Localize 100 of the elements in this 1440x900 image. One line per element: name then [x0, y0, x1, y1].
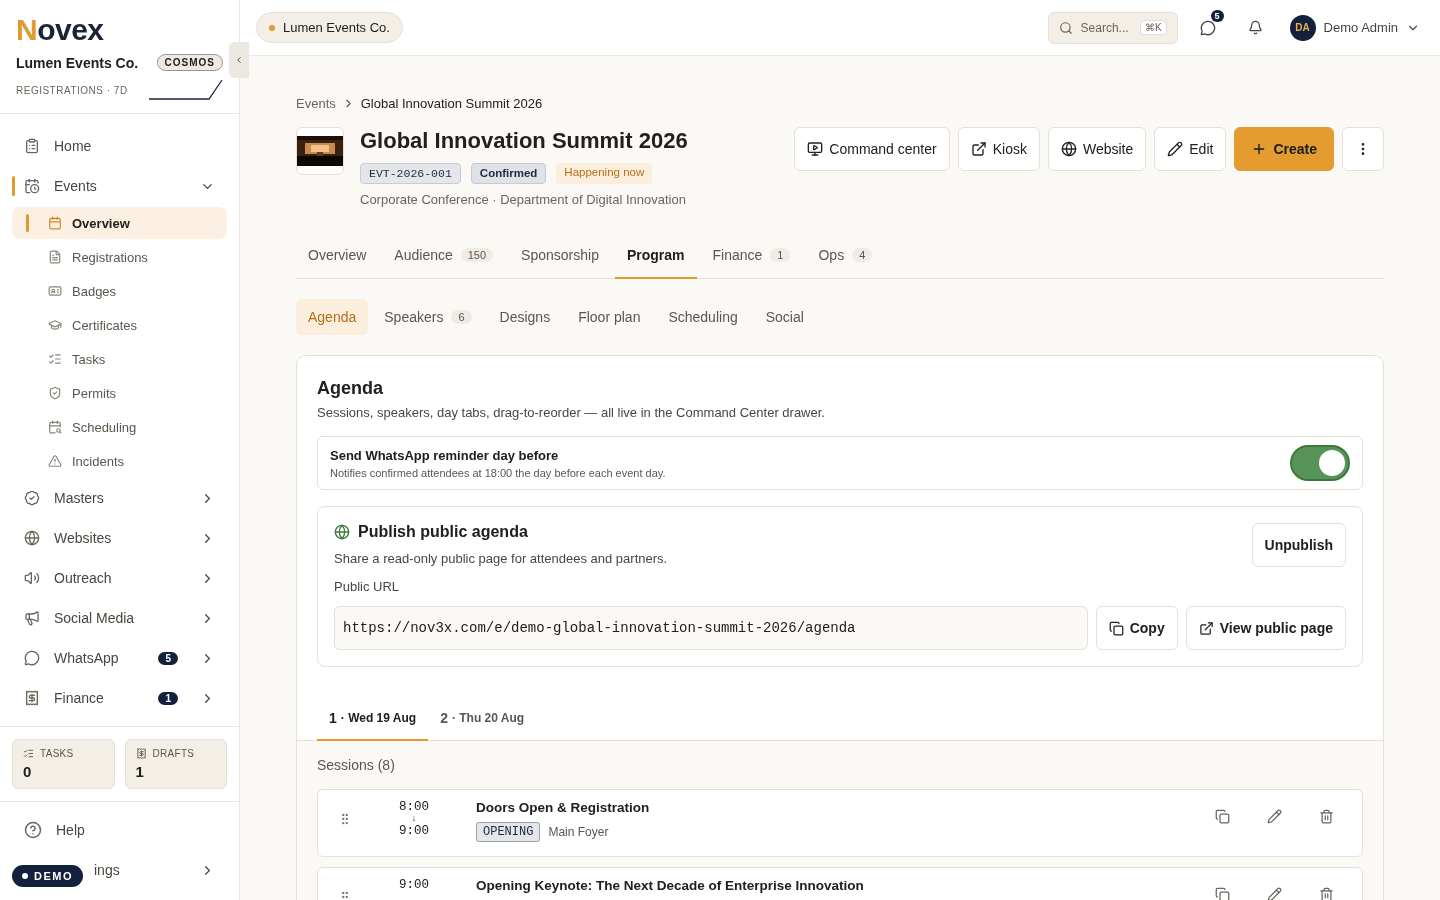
nav-item[interactable]: Websites: [12, 518, 227, 558]
monitor-icon: [807, 141, 824, 157]
avatar: DA: [1289, 14, 1316, 41]
url-field[interactable]: https://nov3x.com/e/demo-global-innovation-summit-2026/agenda: [334, 606, 1088, 650]
nav-item[interactable]: Outreach: [12, 558, 227, 598]
subtab[interactable]: Scheduling: [656, 299, 750, 335]
publish-title: Publish public agenda: [358, 523, 528, 541]
action-button[interactable]: Edit: [1154, 127, 1227, 171]
nav-subitem[interactable]: Certificates: [12, 309, 227, 341]
tab[interactable]: Overview: [296, 233, 379, 279]
document-icon: [48, 250, 62, 264]
setting-title: Send WhatsApp reminder day before: [330, 447, 560, 463]
session-room: Main Foyer: [548, 825, 609, 839]
receipt-icon: [24, 690, 40, 706]
tab[interactable]: Sponsorship: [509, 233, 611, 279]
medal-icon: [24, 490, 40, 506]
nav-link[interactable]: ings: [94, 862, 186, 878]
subtab[interactable]: Designs: [487, 299, 563, 335]
help-icon: [24, 821, 42, 839]
org-switcher[interactable]: Lumen Events Co.: [256, 12, 403, 43]
nav-item[interactable]: Help: [12, 810, 227, 850]
action-button[interactable]: Kiosk: [957, 127, 1040, 171]
subtab[interactable]: Speakers 6: [372, 299, 484, 335]
nav-subitem[interactable]: Scheduling: [12, 411, 227, 443]
status-badge: Confirmed: [470, 163, 547, 184]
copy-button[interactable]: Copy: [1095, 606, 1178, 650]
live-badge: Happening now: [556, 163, 653, 184]
sessions-count: Sessions (8): [317, 757, 396, 773]
tab[interactable]: Finance 1: [700, 233, 803, 279]
tab[interactable]: Program: [614, 233, 697, 279]
unpublish-button[interactable]: Unpublish: [1251, 523, 1346, 567]
setting-description: Notifies confirmed attendees at 18:00 the day before each event day.: [330, 466, 667, 479]
external-link-icon: [1198, 620, 1214, 636]
pencil-icon: [1266, 808, 1282, 824]
id-card-icon: [48, 284, 62, 298]
publish-description: Share a read-only public page for attendees and partners.: [334, 551, 669, 566]
view-page-button[interactable]: View public page: [1185, 606, 1346, 650]
event-code: EVT-2026-001: [360, 163, 461, 184]
count-badge: 5: [158, 651, 178, 665]
globe-icon: [24, 530, 40, 546]
demo-badge: DEMO: [12, 865, 83, 887]
copy-icon: [1108, 620, 1124, 636]
calendar-icon: [48, 216, 62, 230]
nav-subitem[interactable]: Registrations: [12, 241, 227, 273]
nav-item[interactable]: Social Media: [12, 598, 227, 638]
org-name: Lumen Events Co.: [16, 54, 139, 71]
calendar-icon: [24, 178, 40, 194]
tab[interactable]: Ops 4: [806, 233, 885, 279]
event-subtitle: Corporate Conference · Department of Digital Innovation: [360, 192, 687, 207]
graduation-cap-icon: [48, 318, 62, 332]
metric-label: REGISTRATIONS · 7D: [16, 84, 128, 96]
user-menu[interactable]: DA Demo Admin: [1285, 14, 1424, 41]
nav-subitem[interactable]: Overview: [12, 207, 227, 239]
nav-item[interactable]: Home: [12, 126, 227, 166]
nav-subitem[interactable]: Badges: [12, 275, 227, 307]
action-button[interactable]: Command center: [794, 127, 950, 171]
chat-icon: [24, 650, 40, 666]
stat-card: DRAFTS 1: [124, 739, 227, 789]
breadcrumb-current: Global Innovation Summit 2026: [360, 96, 543, 111]
trash-icon: [1318, 808, 1334, 824]
subtab[interactable]: Agenda: [296, 299, 369, 335]
tab[interactable]: Audience 150: [382, 233, 506, 279]
bell-icon: [1248, 20, 1264, 35]
logo: Novex: [16, 14, 105, 46]
card-description: Sessions, speakers, day tabs, drag-to-reorder — all live in the Command Center drawer.: [317, 405, 826, 420]
checklist-icon: [48, 352, 62, 366]
plan-badge: COSMOS: [156, 54, 223, 71]
session-time: 9:00: [398, 878, 430, 893]
count-badge: 5: [1210, 9, 1224, 22]
nav-subitem[interactable]: Tasks: [12, 343, 227, 375]
nav-item[interactable]: Events: [12, 166, 227, 206]
megaphone-icon: [24, 610, 40, 626]
speaker-icon: [24, 570, 40, 586]
session-title: Doors Open & Registration: [476, 800, 651, 816]
chat-icon: [1199, 19, 1216, 36]
day-tab[interactable]: 2 · Thu 20 Aug: [428, 697, 537, 741]
session-time: 8:00 ↓ 9:00: [398, 800, 430, 839]
nav-item[interactable]: WhatsApp 5: [12, 638, 227, 678]
messages-button[interactable]: 5: [1189, 11, 1226, 44]
copy-icon: [1214, 808, 1230, 824]
nav-item[interactable]: Finance 1: [12, 678, 227, 718]
nav-subitem[interactable]: Permits: [12, 377, 227, 409]
warning-icon: [48, 454, 62, 468]
action-button[interactable]: Create: [1234, 127, 1334, 171]
calendar-clock-icon: [48, 420, 62, 434]
subtab[interactable]: Floor plan: [566, 299, 653, 335]
pencil-icon: [1167, 141, 1184, 157]
nav-subitem[interactable]: Incidents: [12, 445, 227, 477]
receipt-icon: [135, 748, 147, 759]
search-field[interactable]: Search... ⌘K: [1047, 11, 1178, 44]
subtab[interactable]: Social: [753, 299, 816, 335]
count-badge: 1: [158, 691, 178, 705]
globe-icon: [334, 524, 350, 540]
breadcrumb-link[interactable]: Events: [296, 96, 336, 111]
nav-item[interactable]: Masters: [12, 478, 227, 518]
field-label: Public URL: [334, 579, 401, 594]
action-button[interactable]: Website: [1047, 127, 1147, 171]
session-title: Opening Keynote: The Next Decade of Enterprise Innovation: [476, 878, 865, 894]
pencil-icon: [1266, 886, 1282, 900]
toggle-switch[interactable]: [1290, 445, 1350, 481]
